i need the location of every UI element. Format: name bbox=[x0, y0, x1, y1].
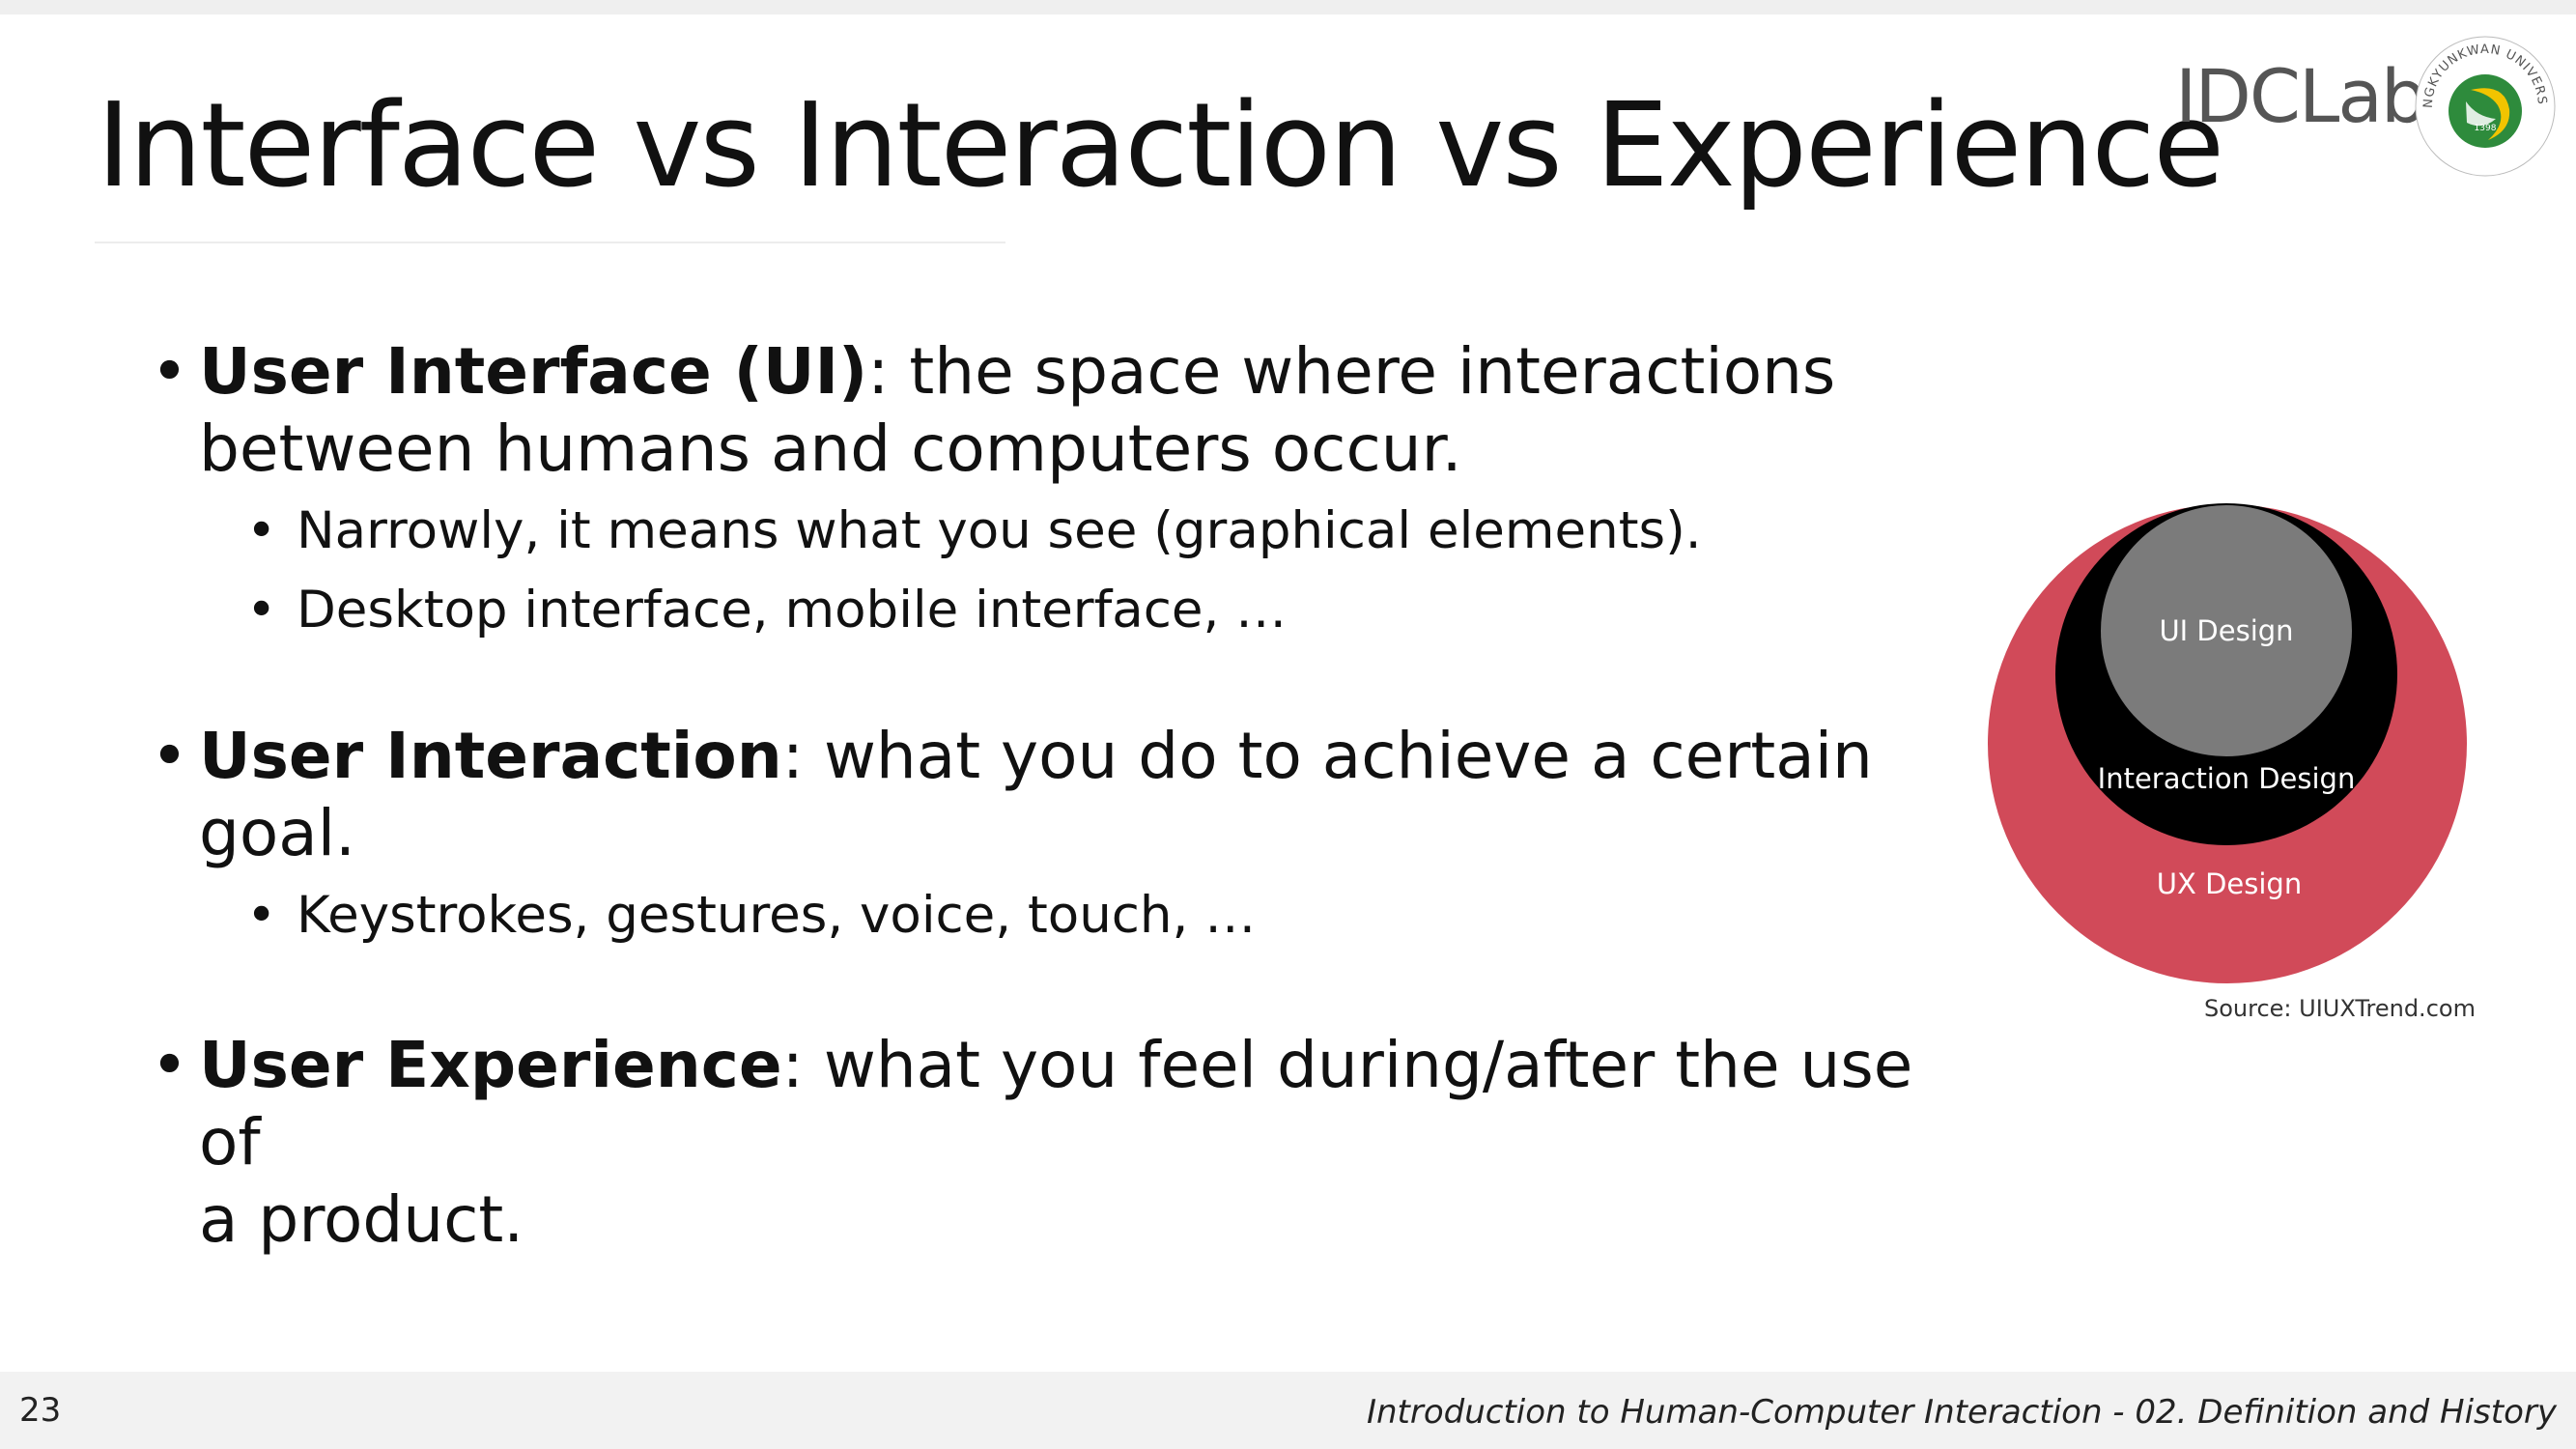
sub-bullet-marker: • bbox=[246, 581, 277, 639]
logo-idc: IDC bbox=[2175, 53, 2301, 139]
sub-bullet-ui-1: • Narrowly, it means what you see (graphi… bbox=[145, 492, 1951, 571]
bullet-marker: • bbox=[151, 1028, 188, 1102]
experience-definition-line2: a product. bbox=[199, 1182, 524, 1257]
sub-bullet-marker: • bbox=[246, 886, 277, 945]
sub-bullet-marker: • bbox=[246, 501, 277, 560]
term-experience: User Experience bbox=[199, 1028, 782, 1102]
bullet-ui: • User Interface (UI): the space where in… bbox=[145, 333, 1951, 488]
image-source-caption: Source: UIUXTrend.com bbox=[2204, 995, 2476, 1022]
bullet-marker: • bbox=[151, 719, 188, 793]
interaction-sub-text-1: Keystrokes, gestures, voice, touch, … bbox=[297, 886, 1257, 945]
ui-design-label: UI Design bbox=[2159, 614, 2293, 647]
idclab-logo: IDCLab bbox=[2175, 60, 2427, 133]
term-interaction: User Interaction bbox=[199, 719, 782, 793]
logo-lab: Lab bbox=[2299, 53, 2427, 139]
ux-design-label: UX Design bbox=[2157, 867, 2302, 900]
ux-nested-circles-diagram: UI Design Interaction Design UX Design bbox=[1988, 503, 2467, 983]
ui-sub-text-1: Narrowly, it means what you see (graphic… bbox=[297, 501, 1702, 560]
ui-definition-line1: : the space where interactions bbox=[867, 334, 1836, 409]
interaction-design-label: Interaction Design bbox=[2098, 762, 2356, 795]
bullet-list: • User Interface (UI): the space where in… bbox=[145, 333, 1951, 1259]
bullet-marker: • bbox=[151, 334, 188, 409]
slide-footer: 23 Introduction to Human-Computer Intera… bbox=[0, 1372, 2576, 1449]
university-seal-icon: SUNGKYUNKWAN UNIVERSITY 1398 bbox=[2413, 34, 2556, 177]
bullet-interaction: • User Interaction: what you do to achiev… bbox=[145, 718, 1951, 872]
seal-year: 1398 bbox=[2475, 124, 2497, 133]
ui-sub-text-2: Desktop interface, mobile interface, … bbox=[297, 581, 1288, 639]
sub-bullet-ui-2: • Desktop interface, mobile interface, … bbox=[145, 571, 1951, 650]
course-title: Introduction to Human-Computer Interacti… bbox=[1366, 1393, 2557, 1432]
bullet-experience: • User Experience: what you feel during/a… bbox=[145, 1027, 1951, 1259]
slide-title: Interface vs Interaction vs Experience bbox=[97, 79, 2224, 213]
top-band bbox=[0, 0, 2576, 14]
ui-definition-line2: between humans and computers occur. bbox=[199, 412, 1462, 486]
term-ui: User Interface (UI) bbox=[199, 334, 868, 409]
page-number: 23 bbox=[19, 1391, 62, 1430]
sub-bullet-interaction-1: • Keystrokes, gestures, voice, touch, … bbox=[145, 876, 1951, 955]
title-underline bbox=[95, 242, 1005, 243]
